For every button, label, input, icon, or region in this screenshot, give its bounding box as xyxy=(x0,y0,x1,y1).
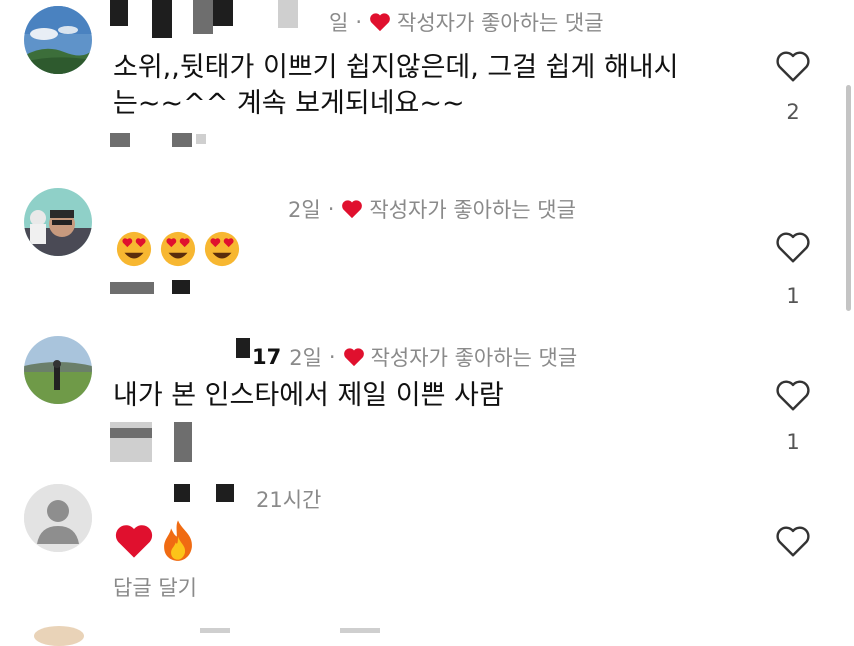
heart-outline-icon[interactable] xyxy=(775,524,811,558)
comment-2: 2일 · 작성자가 좋아하는 댓글 1 xyxy=(0,160,854,320)
blurred-username xyxy=(216,484,234,502)
comment-meta: 2일 · 작성자가 좋아하는 댓글 xyxy=(288,194,576,224)
blurred-username xyxy=(174,484,190,502)
heart-filled-icon xyxy=(343,348,364,367)
blurred-username xyxy=(110,0,128,26)
heart-eyes-emoji xyxy=(160,231,196,267)
comment-text: 내가 본 인스타에서 제일 이쁜 사람 xyxy=(113,380,504,411)
reply-button[interactable]: 답글 달기 xyxy=(113,572,197,602)
comment-meta: 21시간 xyxy=(256,484,321,514)
heart-filled-icon xyxy=(370,13,390,32)
comment-meta: 17 2일 · 작성자가 좋아하는 댓글 xyxy=(252,342,577,372)
comment-time: 2일 xyxy=(288,198,321,222)
blurred-reply-link xyxy=(172,133,192,147)
comment-3: 17 2일 · 작성자가 좋아하는 댓글 내가 본 인스타에서 제일 이쁜 사람… xyxy=(0,320,854,480)
blurred-username xyxy=(278,0,298,28)
username-fragment[interactable]: 17 xyxy=(252,345,281,369)
heart-outline-icon[interactable] xyxy=(775,230,811,264)
blurred-username xyxy=(213,0,233,26)
scrollbar[interactable] xyxy=(846,85,851,311)
blurred-username xyxy=(193,0,213,34)
heart-eyes-emoji xyxy=(116,231,152,267)
avatar[interactable] xyxy=(24,188,92,256)
liked-by-author-label: 작성자가 좋아하는 댓글 xyxy=(370,346,578,370)
comment-time: 21시간 xyxy=(256,488,322,512)
like-count: 1 xyxy=(786,284,800,308)
blurred-username xyxy=(152,0,172,38)
heart-outline-icon[interactable] xyxy=(775,49,811,83)
like-count: 2 xyxy=(786,100,800,124)
blurred-username xyxy=(200,628,230,633)
avatar[interactable] xyxy=(24,336,92,404)
avatar[interactable] xyxy=(24,6,92,74)
comment-text: 소위,,뒷태가 이쁘기 쉽지않은데, 그걸 쉽게 해내시 는~~^^ 계속 보게… xyxy=(113,52,679,119)
comment-meta: 일 · 작성자가 좋아하는 댓글 xyxy=(329,7,604,37)
fire-emoji xyxy=(164,520,192,561)
heart-filled-icon xyxy=(342,200,363,219)
blurred-username xyxy=(340,628,380,633)
comment-4: 21시간 답글 달기 xyxy=(0,480,854,646)
blurred-reply-link xyxy=(110,282,154,294)
liked-by-author-label: 작성자가 좋아하는 댓글 xyxy=(369,198,576,222)
blurred-reply-link xyxy=(174,422,192,462)
comment-time: 2일 xyxy=(289,346,322,370)
heart-eyes-emoji xyxy=(204,231,240,267)
default-avatar-icon[interactable] xyxy=(24,484,92,552)
like-count: 1 xyxy=(786,430,800,454)
heart-outline-icon[interactable] xyxy=(775,378,811,412)
blurred-reply-link xyxy=(110,133,130,147)
blurred-username xyxy=(236,338,250,358)
comment-time: 일 xyxy=(329,11,349,35)
comment-1: 일 · 작성자가 좋아하는 댓글 소위,,뒷태가 이쁘기 쉽지않은데, 그걸 쉽… xyxy=(0,0,854,160)
blurred-reply-link xyxy=(172,280,190,294)
blurred-reply-link xyxy=(110,428,152,438)
red-heart-emoji xyxy=(115,525,153,558)
next-comment-avatar-peek xyxy=(34,626,84,646)
blurred-reply-link xyxy=(196,134,206,144)
liked-by-author-label: 작성자가 좋아하는 댓글 xyxy=(397,11,604,35)
